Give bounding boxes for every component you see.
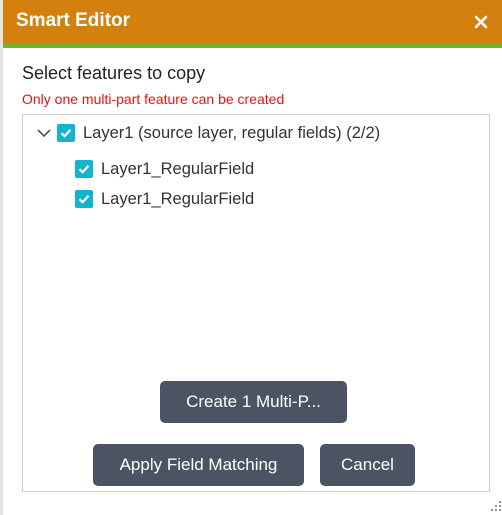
resize-grip-icon[interactable] [490,500,502,512]
smart-editor-dialog: Smart Editor Select features to copy Onl… [3,0,502,515]
field-checkbox[interactable] [75,190,93,208]
tree-child-item: Layer1_RegularField [75,157,254,181]
select-features-heading: Select features to copy [22,63,206,83]
tree-root-layer1: Layer1 (source layer, regular fields) (2… [35,121,380,145]
layer1-label: Layer1 (source layer, regular fields) (2… [83,123,381,142]
cancel-button[interactable]: Cancel [320,444,415,486]
apply-field-matching-button[interactable]: Apply Field Matching [93,444,304,486]
close-icon[interactable] [469,10,493,34]
multipart-warning-text: Only one multi-part feature can be creat… [22,91,285,107]
check-icon [60,129,72,138]
field-label: Layer1_RegularField [101,189,255,208]
feature-tree: Layer1 (source layer, regular fields) (2… [22,114,490,492]
dialog-title: Smart Editor [16,10,131,31]
chevron-down-icon[interactable] [35,124,53,142]
tree-child-item: Layer1_RegularField [75,187,254,211]
layer1-checkbox[interactable] [57,124,75,142]
field-label: Layer1_RegularField [101,159,255,178]
field-checkbox[interactable] [75,160,93,178]
create-multipart-button[interactable]: Create 1 Multi-P... [160,381,347,423]
check-icon [78,195,90,204]
titlebar-accent-stripe [3,43,502,48]
check-icon [78,165,90,174]
